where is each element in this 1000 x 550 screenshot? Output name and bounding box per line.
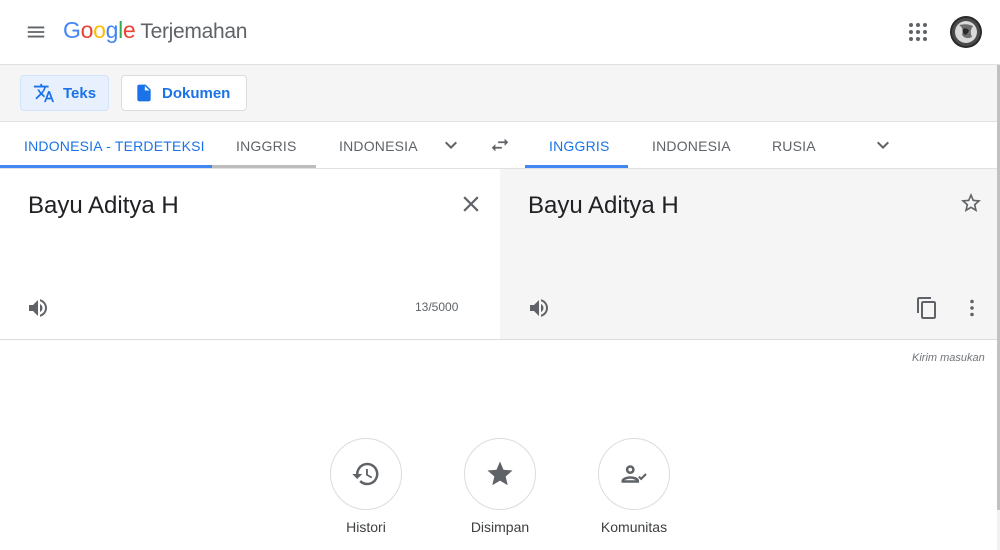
community-icon [619, 459, 649, 489]
swap-languages-button[interactable] [486, 131, 514, 159]
source-lang-label: INGGRIS [236, 137, 297, 154]
text-mode-label: Teks [63, 84, 97, 102]
logo-letter: o [93, 17, 106, 43]
source-panel: Bayu Aditya H 13/5000 [0, 169, 500, 340]
swap-arrows-icon [489, 134, 511, 156]
saved-button[interactable]: Disimpan [445, 438, 555, 535]
save-translation-star-icon[interactable] [959, 191, 985, 217]
more-options-icon[interactable] [960, 296, 984, 320]
logo-letter: g [105, 17, 119, 43]
history-button[interactable]: Histori [311, 438, 421, 535]
text-mode-button[interactable]: Teks [20, 75, 109, 111]
community-circle [598, 438, 670, 510]
source-lang-tab-english[interactable]: INGGRIS [236, 122, 297, 169]
account-avatar[interactable] [950, 16, 982, 48]
app-logo[interactable]: Google Terjemahan [63, 17, 247, 44]
character-count: 13/5000 [415, 300, 459, 314]
hover-tab-indicator [212, 165, 316, 168]
apps-grid-icon [908, 22, 928, 42]
google-apps-button[interactable] [900, 14, 936, 50]
community-button[interactable]: Komunitas [579, 438, 689, 535]
logo-letter: o [80, 17, 94, 43]
history-label: Histori [346, 519, 386, 535]
active-source-tab-indicator [0, 165, 212, 168]
language-bar: INDONESIA - TERDETEKSI INGGRIS INDONESIA… [0, 122, 997, 169]
target-lang-label: INGGRIS [549, 137, 610, 154]
source-text-input[interactable]: Bayu Aditya H [28, 192, 179, 220]
star-icon [485, 459, 515, 489]
source-lang-tab-indonesian[interactable]: INDONESIA [339, 122, 418, 169]
app-header: Google Terjemahan [0, 0, 1000, 65]
target-lang-label: RUSIA [772, 137, 816, 154]
target-lang-label: INDONESIA [652, 137, 731, 154]
source-lang-tab-detected[interactable]: INDONESIA - TERDETEKSI [24, 122, 205, 169]
target-lang-more-chevron-icon[interactable] [871, 133, 895, 157]
logo-letter: G [63, 17, 81, 43]
target-lang-tab-russian[interactable]: RUSIA [772, 122, 816, 169]
target-lang-tab-indonesian[interactable]: INDONESIA [652, 122, 731, 169]
target-lang-tab-english[interactable]: INGGRIS [549, 122, 610, 169]
active-target-tab-indicator [525, 165, 628, 168]
document-icon [134, 83, 154, 103]
listen-source-icon[interactable] [26, 296, 50, 320]
source-lang-label: INDONESIA - TERDETEKSI [24, 137, 205, 154]
mode-bar: Teks Dokumen [0, 65, 997, 122]
history-icon [351, 459, 381, 489]
translation-output: Bayu Aditya H [528, 192, 679, 219]
saved-label: Disimpan [470, 519, 530, 535]
translate-icon [33, 82, 55, 104]
history-circle [330, 438, 402, 510]
clear-source-icon[interactable] [458, 191, 484, 217]
translation-panel: Bayu Aditya H [500, 169, 997, 340]
product-name: Terjemahan [140, 20, 248, 43]
copy-translation-icon[interactable] [915, 296, 939, 320]
source-lang-label: INDONESIA [339, 137, 418, 154]
hamburger-menu-icon [25, 21, 47, 43]
document-mode-label: Dokumen [162, 84, 231, 102]
source-lang-more-chevron-icon[interactable] [439, 133, 463, 157]
logo-letter: e [122, 17, 136, 43]
community-label: Komunitas [600, 519, 668, 535]
saved-circle [464, 438, 536, 510]
main-menu-button[interactable] [18, 14, 54, 50]
send-feedback-link[interactable]: Kirim masukan [912, 352, 985, 364]
listen-translation-icon[interactable] [527, 296, 551, 320]
document-mode-button[interactable]: Dokumen [121, 75, 247, 111]
